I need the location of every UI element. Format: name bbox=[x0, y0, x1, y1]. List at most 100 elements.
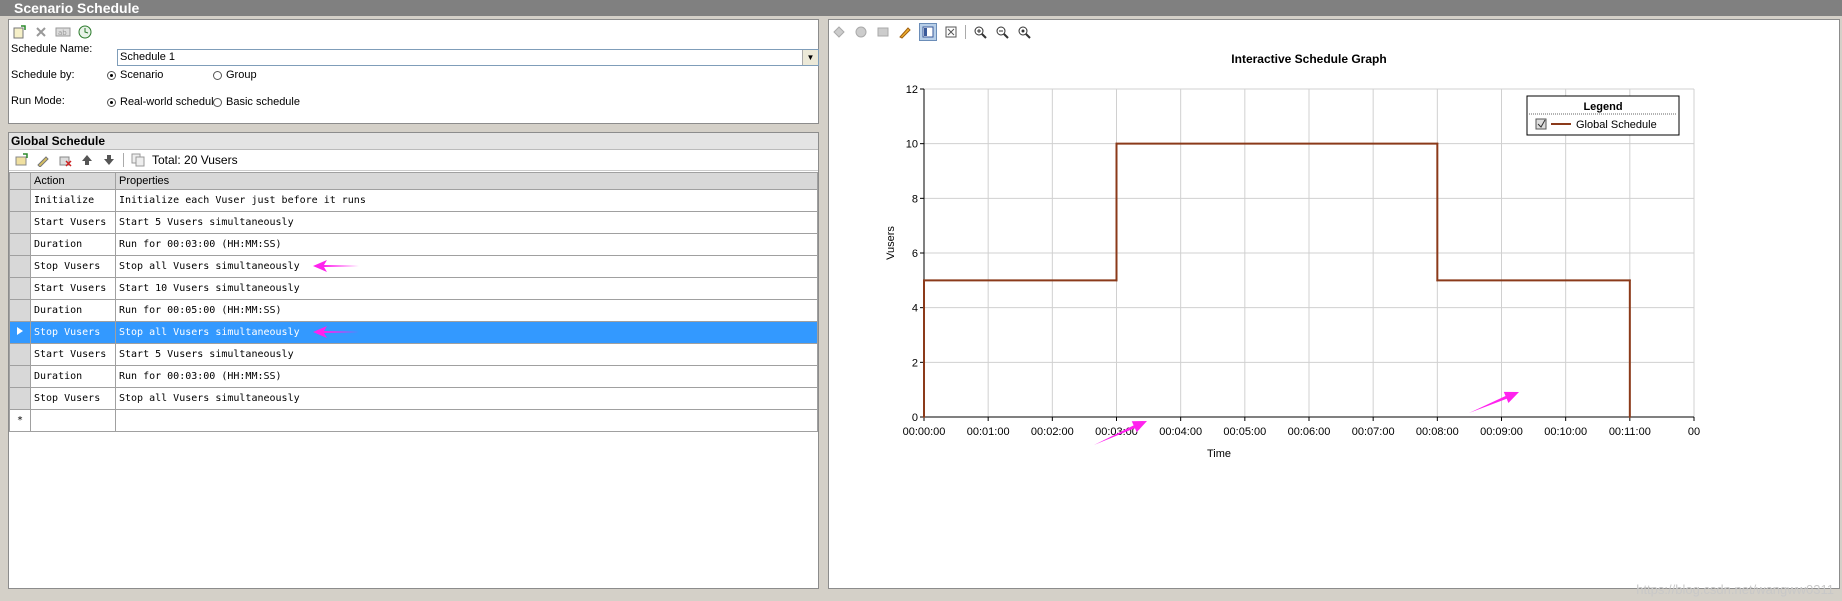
action-cell[interactable] bbox=[30, 409, 116, 432]
add-action-icon[interactable] bbox=[13, 152, 29, 168]
properties-cell[interactable]: Start 5 Vusers simultaneously bbox=[115, 211, 818, 234]
x-axis-label: Time bbox=[1207, 448, 1231, 460]
row-selector[interactable] bbox=[9, 211, 31, 234]
table-header-row: Action Properties bbox=[9, 172, 818, 190]
legend-title: Legend bbox=[1583, 101, 1622, 113]
row-selector[interactable] bbox=[9, 299, 31, 322]
properties-text: Stop all Vusers simultaneously bbox=[119, 261, 300, 272]
series-point bbox=[1628, 416, 1631, 418]
properties-cell[interactable]: Run for 00:03:00 (HH:MM:SS) bbox=[115, 365, 818, 388]
schedule-name-dropdown[interactable]: Schedule 1 ▼ bbox=[117, 49, 819, 66]
x-tick-label: 00:00:00 bbox=[903, 426, 946, 438]
x-tick-label: 00:01:00 bbox=[967, 426, 1010, 438]
properties-cell[interactable]: Run for 00:05:00 (HH:MM:SS) bbox=[115, 299, 818, 322]
left-panel: ab Schedule Name: Schedule 1 ▼ Schedule … bbox=[8, 19, 819, 589]
x-tick-label: 00:06:00 bbox=[1288, 426, 1331, 438]
action-cell[interactable]: Start Vusers bbox=[30, 277, 116, 300]
action-cell[interactable]: Stop Vusers bbox=[30, 321, 116, 344]
properties-cell[interactable]: Run for 00:03:00 (HH:MM:SS) bbox=[115, 233, 818, 256]
column-header-action[interactable]: Action bbox=[30, 172, 116, 190]
x-tick-label: 00:02:00 bbox=[1031, 426, 1074, 438]
radio-label: Scenario bbox=[120, 69, 164, 81]
svg-text:ab: ab bbox=[58, 29, 67, 37]
x-tick-label: 00:08:00 bbox=[1416, 426, 1459, 438]
annotation-arrow-icon bbox=[313, 326, 359, 338]
radio-label: Real-world schedule bbox=[120, 96, 220, 108]
table-row[interactable]: Stop Vusers Stop all Vusers simultaneousl… bbox=[9, 321, 818, 344]
run-mode-real-world-radio[interactable]: Real-world schedule bbox=[107, 96, 220, 108]
x-tick-label: 00:09:00 bbox=[1480, 426, 1523, 438]
series-point bbox=[1115, 142, 1118, 145]
move-down-icon[interactable] bbox=[101, 152, 117, 168]
global-schedule-table: Action Properties Initialize Initialize e… bbox=[9, 172, 818, 432]
table-row[interactable]: Start Vusers Start 5 Vusers simultaneousl… bbox=[9, 211, 818, 234]
watermark-text: https://blog.csdn.net/wangww0311 bbox=[1636, 582, 1834, 597]
properties-text: Stop all Vusers simultaneously bbox=[119, 327, 300, 338]
properties-cell[interactable]: Stop all Vusers simultaneously bbox=[115, 255, 818, 278]
properties-cell[interactable] bbox=[115, 409, 818, 432]
move-up-icon[interactable] bbox=[79, 152, 95, 168]
rename-schedule-icon[interactable]: ab bbox=[55, 24, 71, 40]
action-cell[interactable]: Duration bbox=[30, 233, 116, 256]
action-cell[interactable]: Stop Vusers bbox=[30, 255, 116, 278]
table-row[interactable]: Stop Vusers Stop all Vusers simultaneousl… bbox=[9, 387, 818, 410]
series-point bbox=[1628, 279, 1631, 282]
delete-action-icon[interactable] bbox=[57, 152, 73, 168]
row-selector[interactable] bbox=[9, 233, 31, 256]
row-selector-current[interactable] bbox=[9, 321, 31, 344]
y-tick-label: 0 bbox=[912, 412, 918, 424]
table-row[interactable]: Duration Run for 00:05:00 (HH:MM:SS) bbox=[9, 299, 818, 322]
new-row[interactable]: * bbox=[9, 409, 818, 432]
row-selector[interactable] bbox=[9, 277, 31, 300]
series-point bbox=[1115, 279, 1118, 282]
table-row[interactable]: Start Vusers Start 10 Vusers simultaneous… bbox=[9, 277, 818, 300]
properties-cell[interactable]: Initialize each Vuser just before it run… bbox=[115, 189, 818, 212]
action-cell[interactable]: Duration bbox=[30, 299, 116, 322]
action-cell[interactable]: Stop Vusers bbox=[30, 387, 116, 410]
schedule-graph[interactable]: Interactive Schedule Graph 00:00:00 00:01:… bbox=[829, 20, 1839, 588]
chevron-down-icon[interactable]: ▼ bbox=[802, 50, 818, 65]
copy-icon[interactable] bbox=[130, 152, 146, 168]
table-body: Initialize Initialize each Vuser just bef… bbox=[9, 189, 818, 432]
action-cell[interactable]: Initialize bbox=[30, 189, 116, 212]
series-point bbox=[923, 279, 925, 282]
x-tick-label: 00:11:00 bbox=[1609, 426, 1651, 438]
table-row[interactable]: Duration Run for 00:03:00 (HH:MM:SS) bbox=[9, 365, 818, 388]
properties-cell[interactable]: Start 5 Vusers simultaneously bbox=[115, 343, 818, 366]
series-point bbox=[923, 416, 925, 418]
properties-text: Run for 00:03:00 (HH:MM:SS) bbox=[119, 239, 282, 250]
radio-label: Group bbox=[226, 69, 257, 81]
row-selector[interactable] bbox=[9, 343, 31, 366]
series-line-global-schedule bbox=[923, 142, 1631, 417]
x-tick-label: 00:04:00 bbox=[1159, 426, 1202, 438]
schedule-toolbar: ab bbox=[11, 22, 93, 42]
row-selector[interactable] bbox=[9, 189, 31, 212]
table-row[interactable]: Duration Run for 00:03:00 (HH:MM:SS) bbox=[9, 233, 818, 256]
row-selector[interactable] bbox=[9, 387, 31, 410]
new-schedule-icon[interactable] bbox=[11, 24, 27, 40]
action-cell[interactable]: Start Vusers bbox=[30, 211, 116, 234]
properties-cell[interactable]: Start 10 Vusers simultaneously bbox=[115, 277, 818, 300]
schedule-by-group-radio[interactable]: Group bbox=[213, 69, 257, 81]
schedule-time-icon[interactable] bbox=[77, 24, 93, 40]
action-cell[interactable]: Start Vusers bbox=[30, 343, 116, 366]
table-row[interactable]: Initialize Initialize each Vuser just bef… bbox=[9, 189, 818, 212]
y-tick-label: 12 bbox=[906, 84, 918, 96]
properties-text: Initialize each Vuser just before it run… bbox=[119, 195, 366, 206]
properties-cell[interactable]: Stop all Vusers simultaneously bbox=[115, 387, 818, 410]
schedule-by-scenario-radio[interactable]: Scenario bbox=[107, 69, 163, 81]
action-cell[interactable]: Duration bbox=[30, 365, 116, 388]
run-mode-basic-radio[interactable]: Basic schedule bbox=[213, 96, 300, 108]
delete-schedule-icon[interactable] bbox=[33, 24, 49, 40]
row-selector[interactable] bbox=[9, 255, 31, 278]
column-header-properties[interactable]: Properties bbox=[115, 172, 818, 190]
properties-text: Run for 00:05:00 (HH:MM:SS) bbox=[119, 305, 282, 316]
table-row[interactable]: Start Vusers Start 5 Vusers simultaneousl… bbox=[9, 343, 818, 366]
annotation-arrow-icon bbox=[1469, 391, 1519, 413]
properties-cell[interactable]: Stop all Vusers simultaneously bbox=[115, 321, 818, 344]
schedule-name-value: Schedule 1 bbox=[120, 51, 176, 63]
edit-action-icon[interactable] bbox=[35, 152, 51, 168]
annotation-arrow-icon bbox=[313, 260, 359, 272]
table-row[interactable]: Stop Vusers Stop all Vusers simultaneousl… bbox=[9, 255, 818, 278]
row-selector[interactable] bbox=[9, 365, 31, 388]
